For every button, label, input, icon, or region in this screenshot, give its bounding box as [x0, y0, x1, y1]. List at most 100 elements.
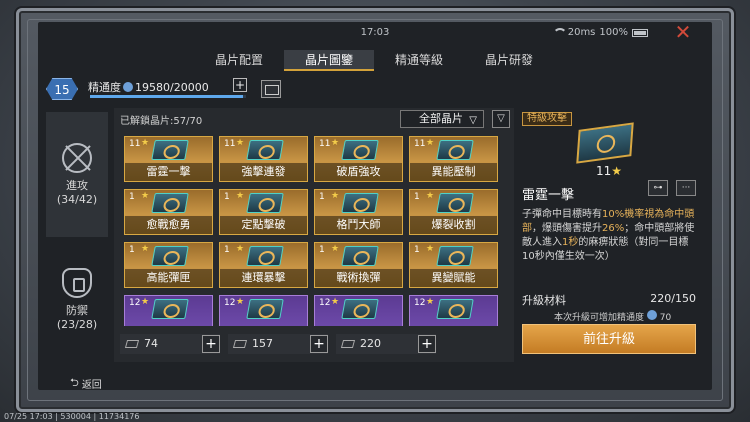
- chip-art-icon: [436, 193, 474, 213]
- chip-art-icon: [436, 299, 474, 319]
- chip-card-level: 12: [224, 298, 236, 308]
- chip-card-level: 11: [414, 139, 426, 149]
- upgrade-label: 升級材料: [522, 294, 566, 307]
- chip-art-icon: [151, 299, 189, 319]
- chip-art-icon: [151, 140, 189, 160]
- chip-card-level: 12: [319, 298, 331, 308]
- chip-card-name: 格鬥大師: [315, 216, 402, 234]
- chip-card[interactable]: 12 ★: [409, 295, 498, 326]
- back-button[interactable]: ⮌ 返回: [70, 374, 102, 393]
- ping-text: 20ms: [567, 27, 596, 38]
- chip-type-tag: 特級攻擊: [522, 112, 572, 126]
- chip-card-level: 11: [224, 139, 236, 149]
- chip-card-level: 12: [414, 298, 426, 308]
- chip-material-icon: [124, 340, 140, 348]
- category-sidebar: 進攻 (34/42) 防禦 (23/28): [46, 112, 108, 362]
- chip-card[interactable]: 1 ★ 格鬥大師: [314, 189, 403, 235]
- chip-card[interactable]: 1 ★ 連環暴擊: [219, 242, 308, 288]
- tab-chip-config[interactable]: 晶片配置: [194, 50, 284, 71]
- chip-card-level: 1: [319, 245, 325, 255]
- chip-card[interactable]: 12 ★: [314, 295, 403, 326]
- tab-mastery-level[interactable]: 精通等級: [374, 50, 464, 71]
- upgrade-note-text: 本次升級可增加精通度: [554, 313, 645, 323]
- chip-art-icon: [246, 299, 284, 319]
- chip-card-name: 定點擊破: [220, 216, 307, 234]
- shield-icon: [62, 267, 92, 298]
- chip-filter-value: 全部晶片: [419, 112, 463, 125]
- filter-icon[interactable]: ▽: [492, 110, 510, 128]
- resource-value: 74: [144, 337, 158, 350]
- chip-detail-panel: 特級攻擊 11★ 雷霆一擊 ⊶ ··· 子彈命中目標時有10%機率視為命中頭部，…: [518, 108, 698, 362]
- sidebar-item-attack[interactable]: 進攻 (34/42): [46, 112, 108, 237]
- desc-highlight: 1秒: [562, 237, 579, 248]
- chip-card-name: 連環暴擊: [220, 269, 307, 287]
- chip-card[interactable]: 11 ★ 異能壓制: [409, 136, 498, 182]
- chip-card[interactable]: 1 ★ 異變賦能: [409, 242, 498, 288]
- chip-card[interactable]: 11 ★ 強擊連發: [219, 136, 308, 182]
- resource-value: 157: [252, 337, 273, 350]
- upgrade-note-value: 70: [659, 313, 672, 323]
- chip-material-icon: [232, 340, 248, 348]
- sidebar-attack-label: 進攻: [65, 178, 88, 192]
- mastery-add-button[interactable]: +: [233, 78, 247, 92]
- star-icon: ★: [331, 244, 340, 254]
- resource-bar: 74 + 157 + 220 +: [120, 334, 510, 354]
- close-icon[interactable]: ✕: [674, 22, 692, 42]
- battery-icon: [632, 28, 648, 37]
- desc-text: ，爆頭傷害提升: [532, 223, 602, 234]
- resource-add-button[interactable]: +: [202, 335, 220, 353]
- star-icon: ★: [426, 297, 435, 307]
- preview-icon[interactable]: [261, 80, 281, 98]
- sidebar-item-defense[interactable]: 防禦 (23/28): [46, 237, 108, 362]
- star-icon: ★: [236, 244, 245, 254]
- star-icon: ★: [236, 138, 245, 148]
- footer-info: 07/25 17:03 | 530004 | 11734176: [4, 412, 140, 421]
- tab-chip-research[interactable]: 晶片研發: [464, 50, 554, 71]
- tree-icon[interactable]: ⊶: [648, 180, 668, 196]
- chip-card-level: 1: [414, 245, 420, 255]
- chip-art-icon: [341, 193, 379, 213]
- upgrade-material-row: 升級材料 220/150: [522, 292, 698, 308]
- resource-add-button[interactable]: +: [418, 335, 436, 353]
- chip-card[interactable]: 1 ★ 愈戰愈勇: [124, 189, 213, 235]
- mastery-readout: 精通度 19580/20000: [88, 79, 209, 95]
- chip-card[interactable]: 11 ★ 破盾強攻: [314, 136, 403, 182]
- mastery-progress-bar: [90, 95, 246, 98]
- chip-card-level: 1: [129, 192, 135, 202]
- star-icon: ★: [331, 138, 340, 148]
- star-icon: ★: [426, 244, 435, 254]
- resource-value: 220: [360, 337, 381, 350]
- tab-chip-codex[interactable]: 晶片圖鑒: [284, 50, 374, 71]
- chip-level: 11★: [596, 164, 622, 178]
- star-icon: ★: [331, 297, 340, 307]
- resource-item: 74 +: [120, 334, 220, 354]
- go-upgrade-button[interactable]: 前往升級: [522, 324, 696, 354]
- chip-card[interactable]: 1 ★ 爆裂收割: [409, 189, 498, 235]
- chip-card[interactable]: 11 ★ 雷霆一擊: [124, 136, 213, 182]
- chip-material-icon: [340, 340, 356, 348]
- crossed-swords-icon: [62, 142, 92, 173]
- chip-card-level: 11: [319, 139, 331, 149]
- desc-text: 子彈命中目標時有: [522, 209, 602, 220]
- chip-card[interactable]: 12 ★: [124, 295, 213, 326]
- chip-grid: 11 ★ 雷霆一擊 11 ★ 強擊連發 11 ★ 破盾強攻 11 ★ 異能壓制 1 ★ 愈戰愈勇 1 ★ 定點擊破…: [124, 136, 504, 326]
- chip-art-icon: [436, 246, 474, 266]
- star-icon: ★: [331, 191, 340, 201]
- chip-card[interactable]: 1 ★ 定點擊破: [219, 189, 308, 235]
- chip-card-level: 12: [129, 298, 141, 308]
- chip-filter-dropdown[interactable]: 全部晶片 ▽: [400, 110, 484, 128]
- back-label: 返回: [81, 380, 102, 391]
- back-arrow-icon: ⮌: [70, 376, 79, 389]
- more-icon[interactable]: ···: [676, 180, 696, 196]
- chip-art-icon: [576, 122, 634, 164]
- chip-art-icon: [246, 246, 284, 266]
- chip-card[interactable]: 1 ★ 戰術換彈: [314, 242, 403, 288]
- chip-card-level: 1: [224, 245, 230, 255]
- star-icon: ★: [236, 191, 245, 201]
- chip-art-icon: [246, 193, 284, 213]
- chip-card[interactable]: 1 ★ 高能彈匣: [124, 242, 213, 288]
- star-icon: ★: [141, 138, 150, 148]
- chip-card[interactable]: 12 ★: [219, 295, 308, 326]
- unlocked-count: 已解鎖晶片:57/70: [120, 116, 203, 127]
- resource-add-button[interactable]: +: [310, 335, 328, 353]
